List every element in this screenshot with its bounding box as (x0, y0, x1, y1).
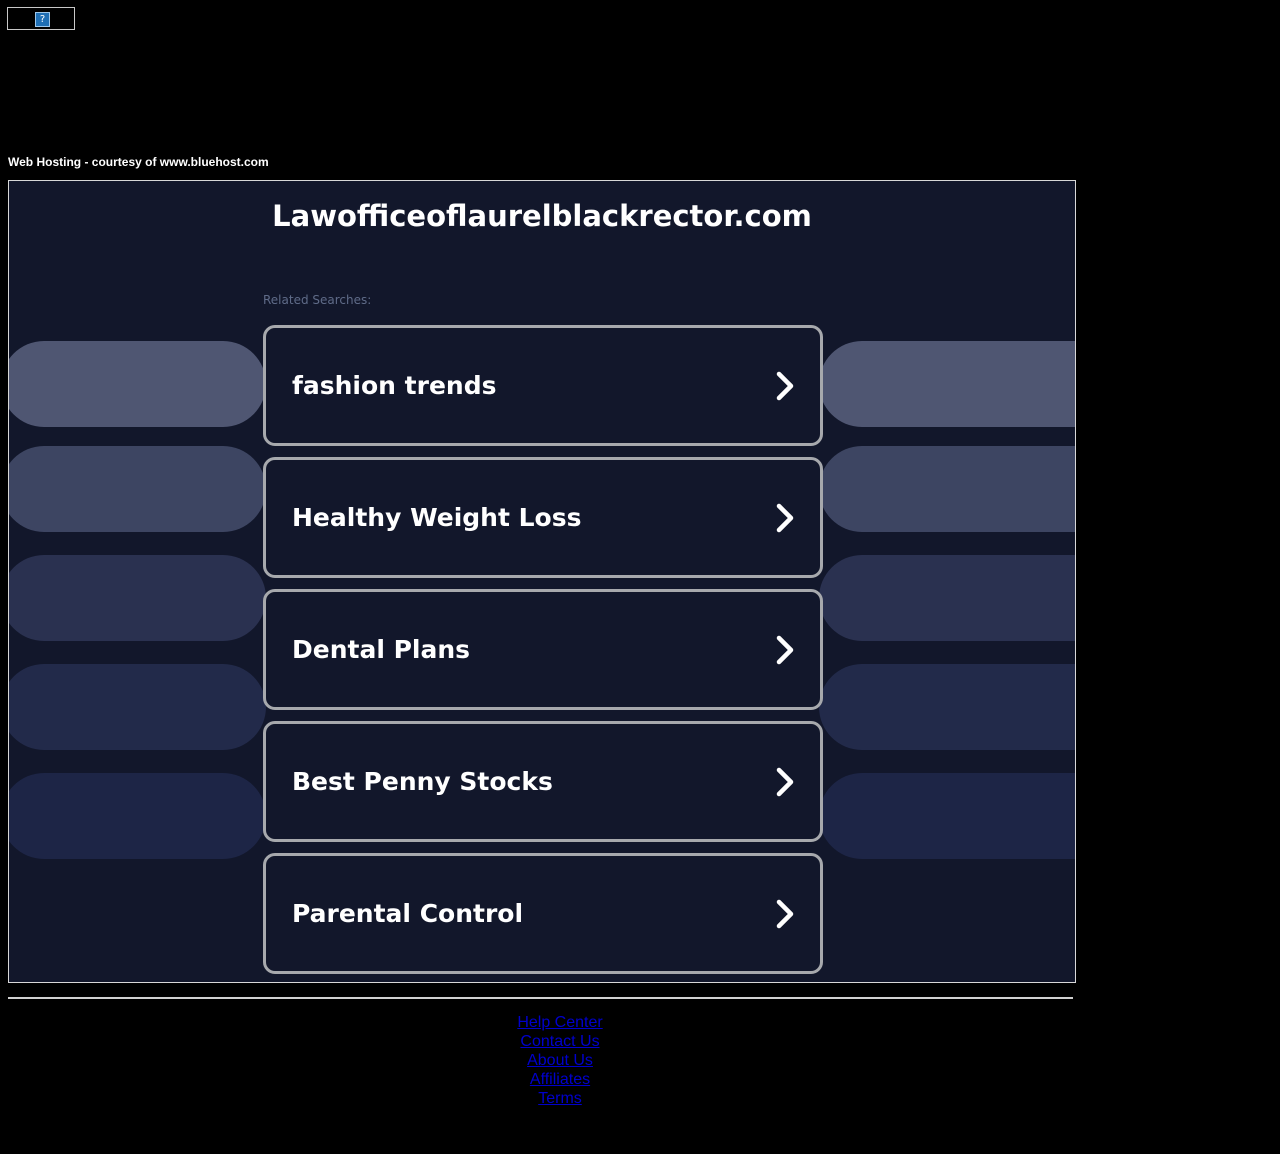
chevron-right-icon (776, 767, 794, 797)
decorative-pill (819, 341, 1075, 427)
about-us-link[interactable]: About Us (0, 1051, 1120, 1070)
decorative-pill (9, 555, 266, 641)
decorative-pill (9, 446, 266, 532)
search-link-card[interactable]: fashion trends (263, 325, 823, 446)
decorative-pill (9, 664, 266, 750)
footer-divider (8, 997, 1073, 999)
footer-links: Help Center Contact Us About Us Affiliat… (0, 1013, 1120, 1108)
contact-us-link[interactable]: Contact Us (0, 1032, 1120, 1051)
related-searches-label: Related Searches: (263, 293, 372, 307)
chevron-right-icon (776, 899, 794, 929)
decorative-pill (819, 664, 1075, 750)
chevron-right-icon (776, 503, 794, 533)
search-link-label: Best Penny Stocks (292, 767, 553, 796)
decorative-pill (819, 446, 1075, 532)
affiliates-link[interactable]: Affiliates (0, 1070, 1120, 1089)
search-link-label: fashion trends (292, 371, 497, 400)
search-link-card[interactable]: Parental Control (263, 853, 823, 974)
search-link-card[interactable]: Dental Plans (263, 589, 823, 710)
search-link-card[interactable]: Best Penny Stocks (263, 721, 823, 842)
help-center-link[interactable]: Help Center (0, 1013, 1120, 1032)
broken-image-icon: ? (35, 12, 50, 27)
parked-domain-panel: Lawofficeoflaurelblackrector.com Related… (8, 180, 1076, 983)
banner-image-frame[interactable]: ? (7, 7, 75, 30)
hosting-credit: Web Hosting - courtesy of www.bluehost.c… (8, 155, 269, 169)
chevron-right-icon (776, 635, 794, 665)
search-link-label: Dental Plans (292, 635, 471, 664)
chevron-right-icon (776, 371, 794, 401)
search-link-label: Parental Control (292, 899, 524, 928)
decorative-pill (819, 555, 1075, 641)
terms-link[interactable]: Terms (0, 1089, 1120, 1108)
decorative-pill (819, 773, 1075, 859)
domain-title: Lawofficeoflaurelblackrector.com (272, 199, 812, 233)
decorative-pill (9, 773, 266, 859)
decorative-pill (9, 341, 266, 427)
search-link-card[interactable]: Healthy Weight Loss (263, 457, 823, 578)
search-link-label: Healthy Weight Loss (292, 503, 582, 532)
